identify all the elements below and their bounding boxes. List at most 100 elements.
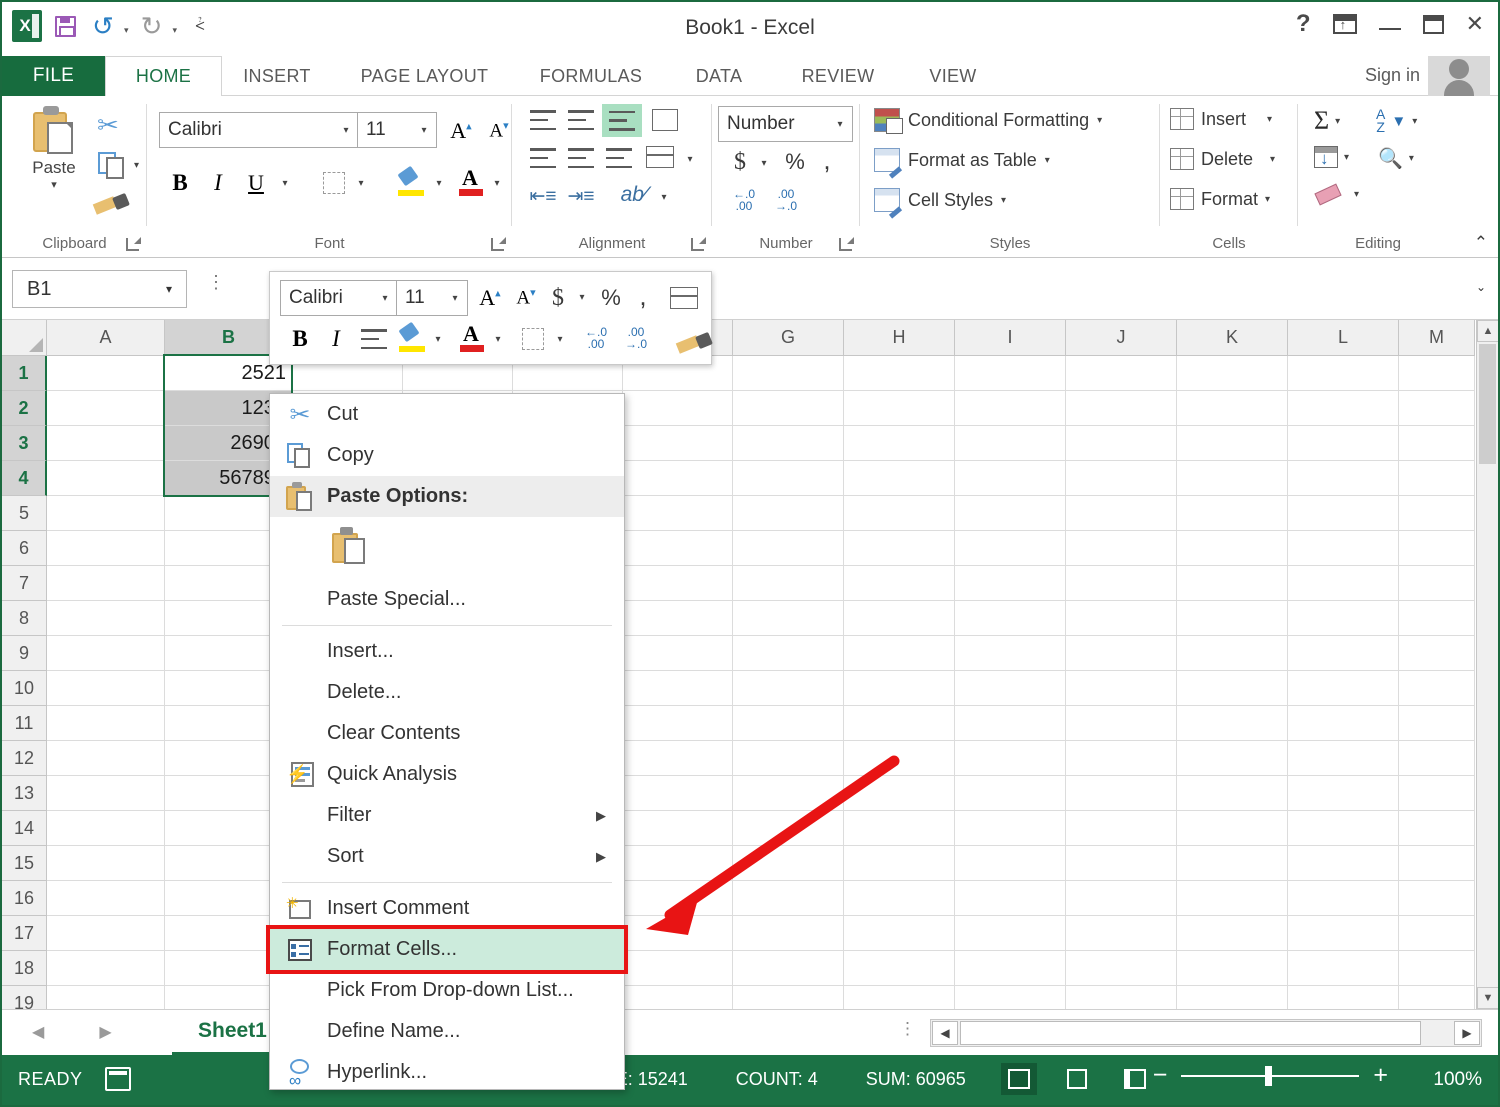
mini-decrease-font-size-icon[interactable]: A▾ bbox=[508, 282, 544, 314]
row-header-7[interactable]: 7 bbox=[2, 566, 47, 601]
cell-G12[interactable] bbox=[733, 741, 844, 776]
cell-G14[interactable] bbox=[733, 811, 844, 846]
menu-item-format-cells[interactable]: Format Cells... bbox=[266, 925, 628, 974]
cell-M11[interactable] bbox=[1399, 706, 1475, 741]
cell-F5[interactable] bbox=[623, 496, 733, 531]
mini-align-icon[interactable] bbox=[358, 324, 390, 354]
fill-color-icon[interactable] bbox=[395, 165, 427, 198]
zoom-out-icon[interactable]: − bbox=[1153, 1063, 1168, 1087]
cell-K7[interactable] bbox=[1177, 566, 1288, 601]
cell-F10[interactable] bbox=[623, 671, 733, 706]
cell-I10[interactable] bbox=[955, 671, 1066, 706]
cell-M1[interactable] bbox=[1399, 356, 1475, 391]
chevron-down-icon[interactable]: ▾ bbox=[1344, 152, 1349, 163]
cell-H9[interactable] bbox=[844, 636, 955, 671]
increase-decimal-icon[interactable]: .00 →.0 bbox=[766, 184, 806, 216]
maximize-icon[interactable] bbox=[1422, 14, 1444, 34]
scroll-up-icon[interactable]: ▲ bbox=[1477, 320, 1498, 342]
cell-A10[interactable] bbox=[47, 671, 165, 706]
cell-I14[interactable] bbox=[955, 811, 1066, 846]
cell-K17[interactable] bbox=[1177, 916, 1288, 951]
cell-M4[interactable] bbox=[1399, 461, 1475, 496]
cell-F13[interactable] bbox=[623, 776, 733, 811]
cell-I17[interactable] bbox=[955, 916, 1066, 951]
chevron-down-icon[interactable]: ▾ bbox=[1270, 154, 1275, 165]
normal-view-icon[interactable] bbox=[1001, 1063, 1037, 1095]
cell-G3[interactable] bbox=[733, 426, 844, 461]
mini-fill-color-icon[interactable] bbox=[396, 321, 428, 354]
mini-percent-icon[interactable]: % bbox=[596, 282, 626, 314]
zoom-in-icon[interactable]: + bbox=[1373, 1063, 1388, 1087]
tab-file[interactable]: FILE bbox=[2, 56, 105, 96]
cell-A12[interactable] bbox=[47, 741, 165, 776]
cell-J1[interactable] bbox=[1066, 356, 1177, 391]
increase-indent-icon[interactable]: ⇥≡ bbox=[564, 182, 598, 210]
cell-I15[interactable] bbox=[955, 846, 1066, 881]
menu-item-clear-contents[interactable]: Clear Contents bbox=[270, 713, 624, 754]
cell-J10[interactable] bbox=[1066, 671, 1177, 706]
cell-L16[interactable] bbox=[1288, 881, 1399, 916]
menu-item-copy[interactable]: Copy bbox=[270, 435, 624, 476]
cell-L9[interactable] bbox=[1288, 636, 1399, 671]
cell-H19[interactable] bbox=[844, 986, 955, 1009]
chevron-down-icon[interactable]: ▾ bbox=[1097, 115, 1102, 126]
row-header-10[interactable]: 10 bbox=[2, 671, 47, 706]
chevron-down-icon[interactable]: ▾ bbox=[1267, 114, 1272, 125]
mini-format-painter-icon[interactable] bbox=[660, 324, 713, 354]
font-color-dropdown-icon[interactable]: ▾ bbox=[487, 172, 507, 194]
cell-A8[interactable] bbox=[47, 601, 165, 636]
cell-M7[interactable] bbox=[1399, 566, 1475, 601]
cell-F6[interactable] bbox=[623, 531, 733, 566]
cell-L6[interactable] bbox=[1288, 531, 1399, 566]
bold-button[interactable]: B bbox=[163, 166, 197, 200]
chevron-down-icon[interactable]: ▾ bbox=[412, 125, 436, 136]
cell-J5[interactable] bbox=[1066, 496, 1177, 531]
cell-A3[interactable] bbox=[47, 426, 165, 461]
column-header-G[interactable]: G bbox=[733, 320, 844, 356]
sign-in-button[interactable]: Sign in bbox=[1365, 65, 1420, 86]
cell-M14[interactable] bbox=[1399, 811, 1475, 846]
cell-H14[interactable] bbox=[844, 811, 955, 846]
tab-home[interactable]: HOME bbox=[105, 56, 222, 96]
copy-dropdown-icon[interactable]: ▾ bbox=[134, 160, 139, 171]
column-header-J[interactable]: J bbox=[1066, 320, 1177, 356]
row-header-11[interactable]: 11 bbox=[2, 706, 47, 741]
cell-K11[interactable] bbox=[1177, 706, 1288, 741]
cell-F11[interactable] bbox=[623, 706, 733, 741]
align-top-icon[interactable] bbox=[526, 106, 560, 134]
cell-A11[interactable] bbox=[47, 706, 165, 741]
mini-merge-icon[interactable] bbox=[666, 282, 702, 314]
cell-I7[interactable] bbox=[955, 566, 1066, 601]
cell-G1[interactable] bbox=[733, 356, 844, 391]
cell-J15[interactable] bbox=[1066, 846, 1177, 881]
cell-L4[interactable] bbox=[1288, 461, 1399, 496]
tab-page-layout[interactable]: PAGE LAYOUT bbox=[332, 56, 517, 96]
column-header-L[interactable]: L bbox=[1288, 320, 1399, 356]
row-header-12[interactable]: 12 bbox=[2, 741, 47, 776]
cell-G5[interactable] bbox=[733, 496, 844, 531]
cell-G18[interactable] bbox=[733, 951, 844, 986]
row-header-14[interactable]: 14 bbox=[2, 811, 47, 846]
chevron-down-icon[interactable]: ▾ bbox=[1335, 116, 1340, 127]
cell-K19[interactable] bbox=[1177, 986, 1288, 1009]
horizontal-scrollbar[interactable]: ◀ ▶ bbox=[930, 1019, 1482, 1047]
row-header-13[interactable]: 13 bbox=[2, 776, 47, 811]
cell-L18[interactable] bbox=[1288, 951, 1399, 986]
cell-J14[interactable] bbox=[1066, 811, 1177, 846]
cell-G15[interactable] bbox=[733, 846, 844, 881]
chevron-down-icon[interactable]: ▾ bbox=[1001, 195, 1006, 206]
select-all-corner[interactable] bbox=[2, 320, 47, 356]
currency-icon[interactable]: $ bbox=[726, 146, 754, 178]
cell-K1[interactable] bbox=[1177, 356, 1288, 391]
cell-G8[interactable] bbox=[733, 601, 844, 636]
cell-M19[interactable] bbox=[1399, 986, 1475, 1009]
avatar[interactable] bbox=[1428, 56, 1490, 96]
menu-item-insert-comment[interactable]: ✳ Insert Comment bbox=[270, 888, 624, 929]
alignment-dialog-launcher[interactable] bbox=[691, 237, 706, 251]
mini-currency-icon[interactable]: $ bbox=[544, 282, 572, 314]
paste-button[interactable]: Paste ▾ bbox=[16, 106, 92, 191]
cell-J6[interactable] bbox=[1066, 531, 1177, 566]
hscroll-left-icon[interactable]: ◀ bbox=[932, 1021, 958, 1045]
cell-L15[interactable] bbox=[1288, 846, 1399, 881]
cell-L10[interactable] bbox=[1288, 671, 1399, 706]
